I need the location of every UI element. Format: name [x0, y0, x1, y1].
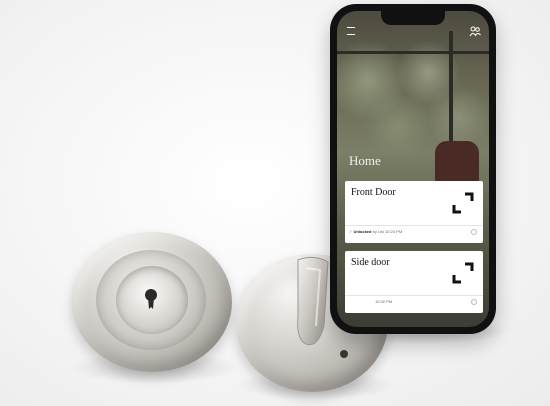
product-scene: Home Front Door ✓ Unlocked by Lisi 10:24…	[0, 0, 550, 406]
status-indicator-dot	[340, 350, 348, 358]
lock-status: 10:32 PM	[375, 299, 392, 304]
window-frame-horizontal	[337, 51, 489, 54]
gear-icon[interactable]	[471, 229, 477, 235]
app-top-bar	[337, 25, 489, 41]
bracket-lock-icon[interactable]	[451, 191, 475, 215]
home-title: Home	[349, 153, 381, 168]
lock-status: ✓ Unlocked by Lisi 10:24 PM	[349, 229, 403, 234]
smartphone: Home Front Door ✓ Unlocked by Lisi 10:24…	[330, 4, 496, 334]
card-divider	[345, 295, 483, 296]
lock-card-side-door[interactable]: Side door 10:32 PM	[345, 251, 483, 313]
menu-icon[interactable]	[347, 27, 355, 35]
gear-icon[interactable]	[471, 299, 477, 305]
lock-status-detail: by Lisi 10:24 PM	[371, 229, 403, 234]
lock-name: Front Door	[351, 187, 396, 198]
lock-status-detail: 10:32 PM	[375, 299, 393, 304]
lock-name: Side door	[351, 257, 390, 268]
card-divider	[345, 225, 483, 226]
lock-status-state: Unlocked	[353, 229, 372, 234]
phone-notch	[381, 11, 445, 25]
deadbolt-exterior	[72, 232, 232, 372]
phone-screen: Home Front Door ✓ Unlocked by Lisi 10:24…	[337, 11, 489, 327]
keyhole-icon	[145, 289, 157, 309]
lock-card-front-door[interactable]: Front Door ✓ Unlocked by Lisi 10:24 PM	[345, 181, 483, 243]
people-icon[interactable]	[469, 25, 481, 37]
bracket-lock-icon[interactable]	[451, 261, 475, 285]
